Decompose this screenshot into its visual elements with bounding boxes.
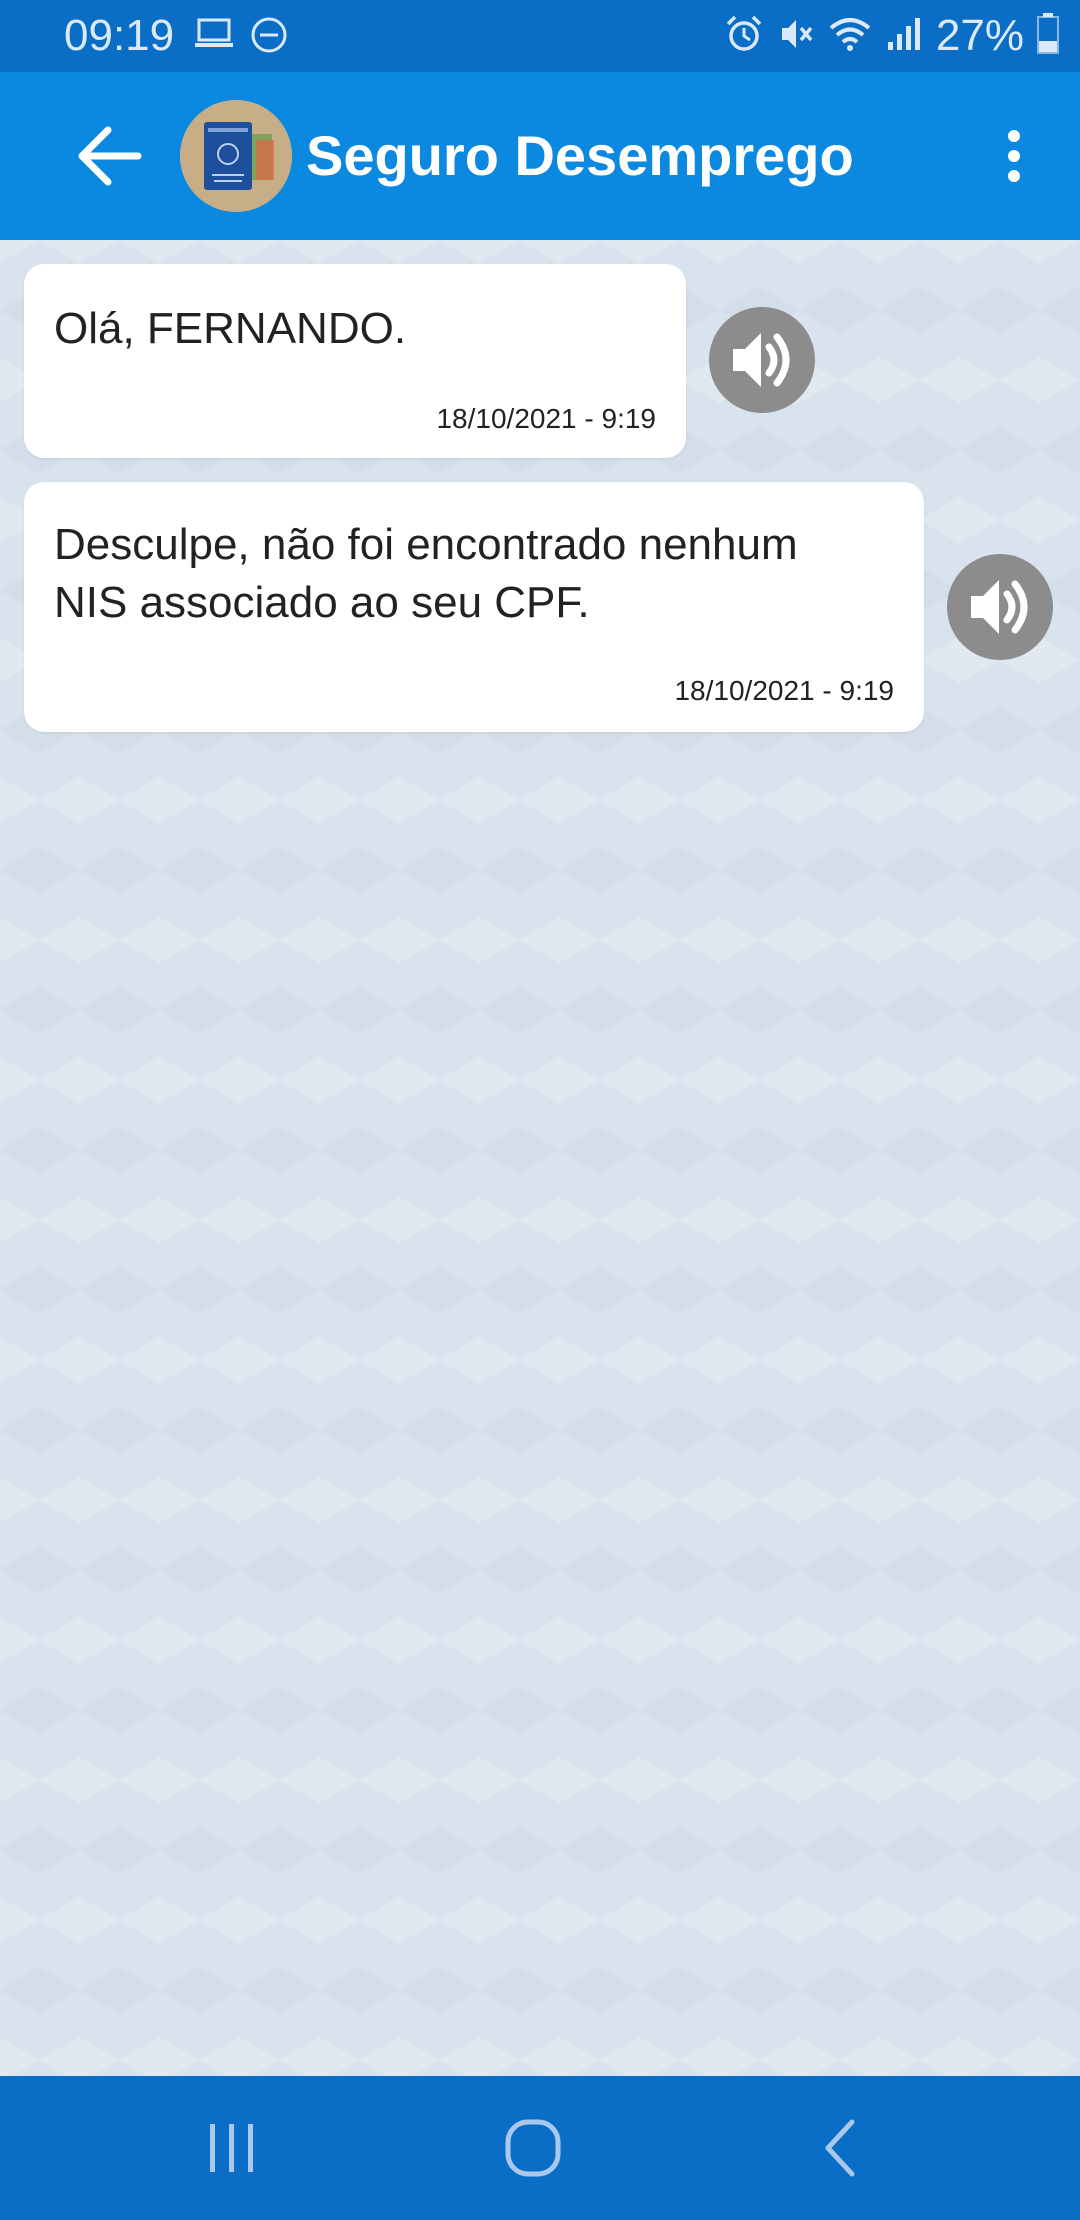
play-audio-button[interactable] (947, 554, 1053, 660)
status-bar: 09:19 27% (0, 0, 1080, 72)
back-button[interactable] (72, 118, 148, 194)
home-button[interactable] (494, 2116, 574, 2180)
more-vert-icon (1008, 130, 1020, 182)
laptop-icon (194, 16, 234, 56)
app-bar: Seguro Desemprego (0, 72, 1080, 240)
arrow-left-icon (78, 126, 142, 186)
chat-area[interactable]: Olá, FERNANDO. 18/10/2021 - 9:19 Desculp… (0, 240, 1080, 2076)
nav-back-button[interactable] (800, 2116, 880, 2180)
status-time: 09:19 (64, 11, 175, 60)
recent-apps-icon (210, 2124, 253, 2172)
battery-percent: 27% (935, 11, 1024, 60)
work-card-icon (180, 100, 292, 212)
message-bubble: Olá, FERNANDO. 18/10/2021 - 9:19 (24, 264, 686, 458)
message-text: Olá, FERNANDO. (54, 304, 407, 353)
page-title: Seguro Desemprego (306, 124, 854, 187)
message-timestamp: 18/10/2021 - 9:19 (436, 403, 656, 434)
play-audio-button[interactable] (709, 307, 815, 413)
message-timestamp: 18/10/2021 - 9:19 (674, 675, 894, 706)
wifi-icon (828, 14, 872, 59)
mute-icon (776, 14, 816, 59)
recent-apps-button[interactable] (192, 2116, 272, 2180)
back-icon (825, 2119, 855, 2177)
speaker-icon (733, 333, 790, 387)
message-bubble: Desculpe, não foi encontrado nenhum NIS … (24, 482, 924, 732)
battery-icon (1036, 12, 1060, 60)
home-icon (505, 2119, 561, 2177)
avatar[interactable] (180, 100, 292, 212)
system-nav-bar (0, 2076, 1080, 2220)
alarm-icon (724, 14, 764, 59)
speaker-icon (971, 580, 1028, 634)
more-menu-button[interactable] (990, 124, 1038, 188)
signal-icon (884, 14, 924, 59)
message-text: Desculpe, não foi encontrado nenhum NIS … (54, 520, 798, 627)
dnd-icon (250, 16, 288, 56)
